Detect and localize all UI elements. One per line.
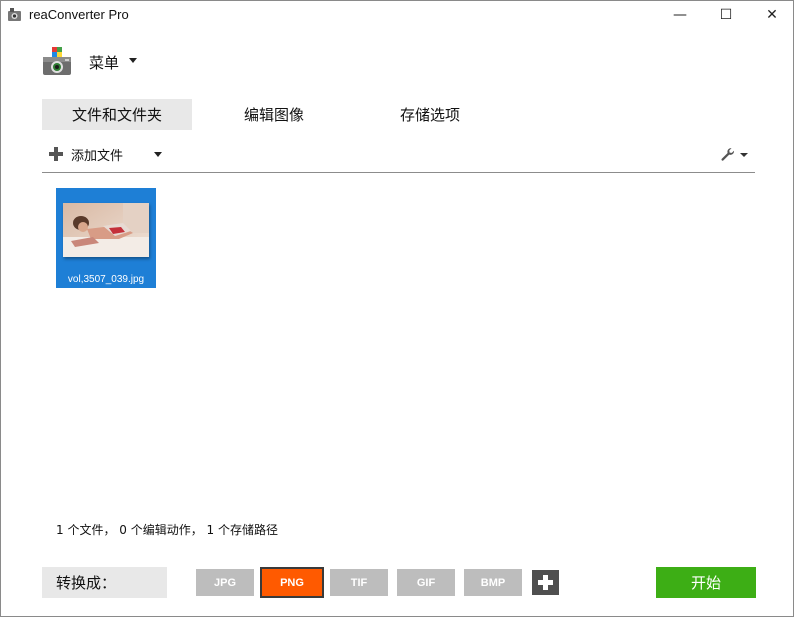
minimize-icon: — bbox=[673, 7, 687, 23]
format-bmp-button[interactable]: BMP bbox=[464, 569, 522, 596]
convert-to-label: 转换成： bbox=[42, 567, 167, 598]
maximize-icon: ☐ bbox=[719, 7, 733, 23]
add-format-button[interactable] bbox=[532, 570, 559, 595]
format-tif-button[interactable]: TIF bbox=[330, 569, 388, 596]
menu-button[interactable]: 菜单 bbox=[89, 52, 119, 73]
file-item[interactable]: vol,3507_039.jpg bbox=[56, 188, 156, 288]
add-files-label: 添加文件 bbox=[71, 148, 124, 164]
window-title: reaConverter Pro bbox=[29, 7, 129, 22]
title-bar[interactable]: reaConverter Pro — ☐ ✕ bbox=[1, 1, 793, 29]
app-window: reaConverter Pro — ☐ ✕ 菜单 文件和文件夹 编辑图像 存储… bbox=[0, 0, 794, 617]
format-jpg-button[interactable]: JPG bbox=[196, 569, 254, 596]
close-button[interactable]: ✕ bbox=[749, 1, 794, 29]
minimize-button[interactable]: — bbox=[657, 1, 703, 29]
tab-files-and-folders[interactable]: 文件和文件夹 bbox=[42, 99, 192, 130]
plus-icon bbox=[49, 147, 63, 161]
tab-saving-options[interactable]: 存储选项 bbox=[356, 99, 504, 130]
maximize-button[interactable]: ☐ bbox=[703, 1, 749, 29]
start-button[interactable]: 开始 bbox=[656, 567, 756, 598]
status-text: 1 个文件， 0 个编辑动作， 1 个存储路径 bbox=[56, 523, 278, 537]
menu-caret-icon[interactable] bbox=[129, 58, 137, 63]
toolbar-divider bbox=[42, 172, 755, 173]
wrench-icon[interactable] bbox=[720, 146, 750, 162]
add-files-button[interactable]: 添加文件 bbox=[49, 144, 123, 164]
format-png-button[interactable]: PNG bbox=[260, 567, 324, 598]
file-thumbnail bbox=[63, 203, 149, 257]
app-logo-icon[interactable] bbox=[41, 45, 73, 77]
format-gif-button[interactable]: GIF bbox=[397, 569, 455, 596]
add-files-dropdown-icon[interactable] bbox=[154, 152, 162, 157]
file-name-label: vol,3507_039.jpg bbox=[67, 274, 145, 285]
close-icon: ✕ bbox=[766, 7, 778, 23]
app-icon bbox=[8, 8, 21, 21]
tab-edit-images[interactable]: 编辑图像 bbox=[200, 99, 348, 130]
